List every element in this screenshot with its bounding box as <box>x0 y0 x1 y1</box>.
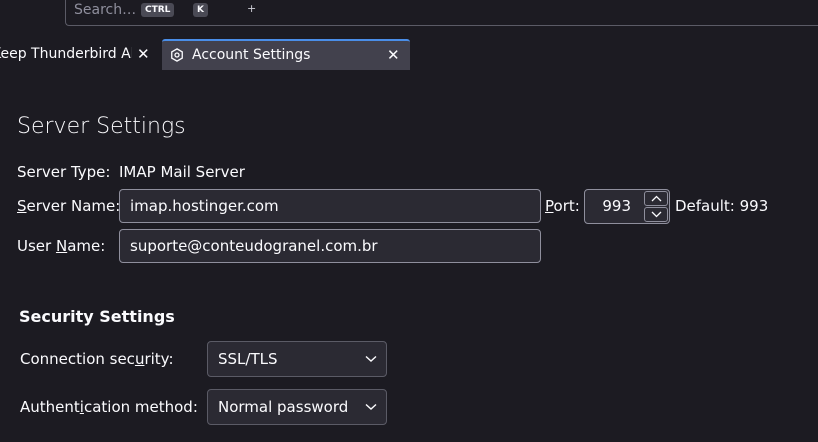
shortcut-plus: + <box>247 2 257 15</box>
shortcut-key-ctrl: CTRL <box>141 3 175 17</box>
tab-strip: Keep Thunderbird Alive ✕ Account Setting… <box>0 37 818 72</box>
connection-security-label: Connection security: <box>20 350 174 368</box>
server-name-label: Server Name: <box>17 197 121 215</box>
tab-label: Keep Thunderbird Alive <box>0 46 132 62</box>
authentication-method-value: Normal password <box>218 398 349 416</box>
port-increment-button[interactable] <box>644 191 668 206</box>
server-type-label: Server Type: <box>17 163 111 181</box>
chevron-down-icon <box>651 211 662 218</box>
tab-account-settings[interactable]: Account Settings ✕ <box>162 39 410 70</box>
tab-close-icon[interactable]: ✕ <box>387 41 400 69</box>
tab-close-icon[interactable]: ✕ <box>137 39 150 70</box>
authentication-method-select[interactable]: Normal password <box>207 389 387 425</box>
chevron-down-icon <box>365 403 377 410</box>
port-stepper[interactable]: 993 <box>584 189 670 224</box>
default-port-text: Default: 993 <box>675 197 769 215</box>
authentication-method-label: Authentication method: <box>20 398 198 416</box>
tab-keep-thunderbird-alive[interactable]: Keep Thunderbird Alive ✕ <box>0 39 162 70</box>
server-name-field[interactable]: imap.hostinger.com <box>119 189 541 223</box>
search-input[interactable]: Search… CTRL + K <box>65 0 818 26</box>
connection-security-select[interactable]: SSL/TLS <box>207 341 387 377</box>
account-settings-page: Server Settings Server Type: IMAP Mail S… <box>0 72 818 442</box>
server-type-value: IMAP Mail Server <box>119 163 245 181</box>
tab-label: Account Settings <box>192 47 311 63</box>
shortcut-key-k: K <box>193 3 208 17</box>
chevron-up-icon <box>651 195 662 202</box>
search-placeholder: Search… <box>74 2 137 18</box>
top-bar: Search… CTRL + K <box>0 0 818 37</box>
user-name-label: User Name: <box>17 237 106 255</box>
user-name-field[interactable]: suporte@conteudogranel.com.br <box>119 229 541 263</box>
port-label: Port: <box>545 197 580 215</box>
gear-icon <box>171 48 183 62</box>
connection-security-value: SSL/TLS <box>218 350 278 368</box>
page-title: Server Settings <box>17 114 186 139</box>
chevron-down-icon <box>365 355 377 362</box>
security-settings-heading: Security Settings <box>19 307 175 326</box>
port-decrement-button[interactable] <box>644 207 668 222</box>
port-value: 993 <box>602 197 631 215</box>
